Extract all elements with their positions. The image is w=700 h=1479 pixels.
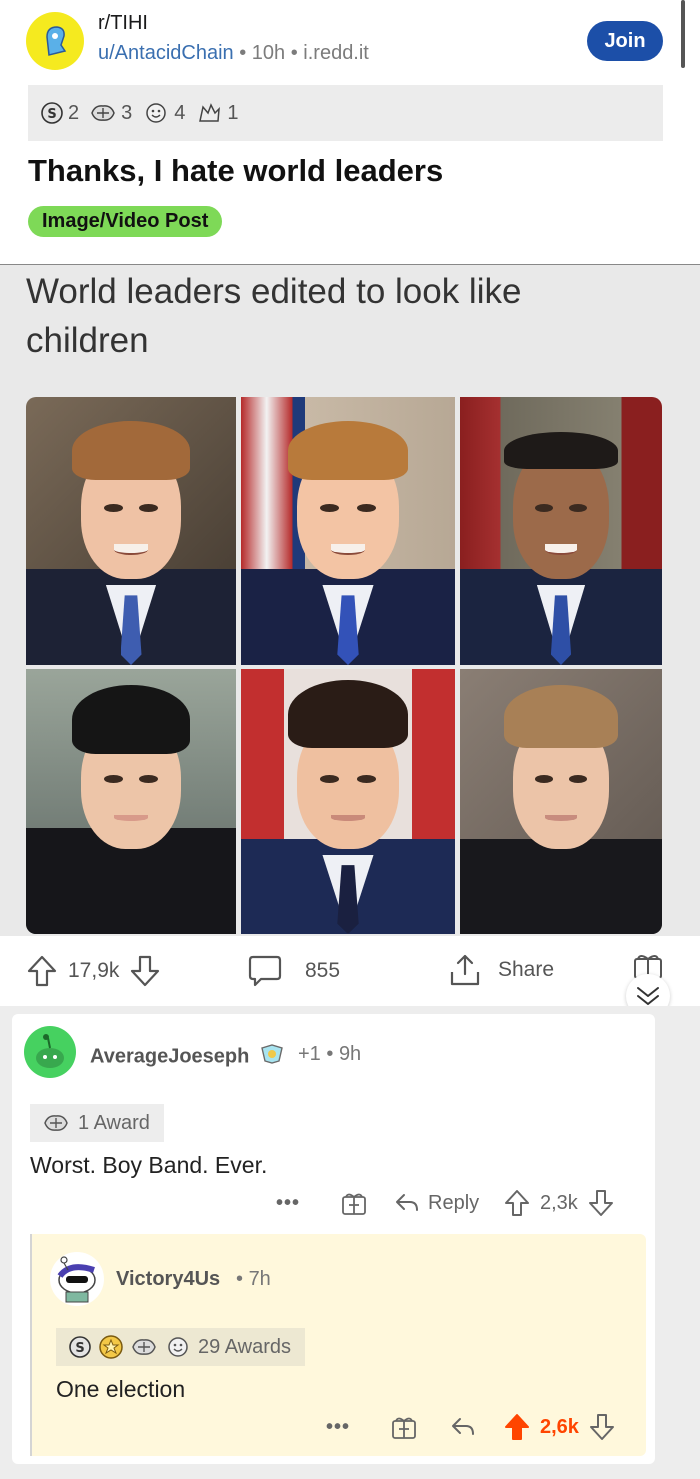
upvote-icon[interactable] [504, 1189, 530, 1217]
double-chevron-down-icon [634, 984, 662, 1008]
share-label: Share [498, 958, 555, 981]
comment-count: 855 [305, 959, 341, 982]
reply-label: Reply [428, 1191, 480, 1214]
comment-more-button[interactable]: ••• [276, 1186, 300, 1220]
post-card: r/TIHI u/AntacidChain • 10h • i.redd.it … [0, 0, 700, 1018]
reply-text: One election [56, 1376, 186, 1402]
silver-award-icon: S [68, 1335, 92, 1359]
photo-6 [460, 669, 662, 934]
reply-arrow-icon [394, 1192, 420, 1214]
image-caption: World leaders edited to look like childr… [26, 272, 522, 360]
svg-text:S: S [75, 1341, 84, 1356]
avatar[interactable] [50, 1252, 104, 1306]
award-count: 2 [68, 101, 80, 124]
photo-grid [26, 397, 662, 934]
more-options-label: ••• [326, 1415, 351, 1438]
comment-karma: +1 [298, 1043, 321, 1065]
comment-author[interactable]: AverageJoeseph [90, 1043, 285, 1071]
helpful-award-icon [91, 105, 115, 121]
user-flair-icon [259, 1043, 285, 1071]
gift-icon [390, 1413, 418, 1441]
reply-meta: • 7h [236, 1268, 271, 1290]
reply-more-button[interactable]: ••• [326, 1410, 350, 1444]
post-awards[interactable]: S 2 3 4 1 [28, 85, 663, 141]
comment-score: 2,3k [540, 1191, 578, 1214]
award-count: 3 [121, 101, 133, 124]
reply-award-button[interactable] [390, 1410, 418, 1444]
snoo-avatar-icon [36, 1034, 64, 1068]
comment-time: 9h [338, 1043, 362, 1065]
post-meta: u/AntacidChain • 10h • i.redd.it [98, 42, 369, 64]
post-title[interactable]: Thanks, I hate world leaders [28, 153, 443, 189]
helpful-award-icon [42, 1111, 70, 1135]
comment-icon [247, 954, 283, 988]
award-count: 4 [174, 101, 186, 124]
hugz-award-icon [199, 103, 221, 122]
comments-button[interactable]: 855 [247, 954, 340, 988]
post-time: 10h [251, 42, 286, 64]
share-icon [448, 952, 482, 988]
comment-text: Worst. Boy Band. Ever. [30, 1152, 268, 1178]
award-helpful: 3 [89, 101, 132, 125]
comment-award-button[interactable] [340, 1186, 368, 1220]
wholesome-award-icon [164, 1335, 192, 1359]
avatar[interactable] [24, 1026, 76, 1078]
comment-vote-group: 2,3k [504, 1186, 614, 1220]
award-silver: S 2 [40, 101, 79, 125]
silver-award-icon: S [41, 102, 63, 124]
subreddit-logo-icon [46, 26, 67, 56]
upvote-active-icon[interactable] [504, 1413, 530, 1441]
svg-text:S: S [47, 107, 56, 122]
award-wholesome: 4 [142, 101, 185, 125]
reply-time: 7h [248, 1268, 271, 1290]
award-count-label: 1 Award [78, 1111, 150, 1134]
reply-button[interactable]: Reply [394, 1186, 479, 1220]
gift-icon [340, 1189, 368, 1217]
downvote-icon[interactable] [129, 954, 161, 988]
subreddit-name[interactable]: r/TIHI [98, 12, 148, 35]
photo-2 [241, 397, 455, 665]
gold-award-icon [98, 1334, 124, 1360]
reply-awards[interactable]: S 29 Awards [56, 1328, 306, 1366]
comment-author-name: AverageJoeseph [90, 1045, 250, 1068]
reply-score: 2,6k [540, 1415, 579, 1438]
photo-4 [26, 669, 236, 934]
post-flair[interactable]: Image/Video Post [28, 206, 223, 237]
award-hugz: 1 [195, 101, 239, 125]
post-domain[interactable]: i.redd.it [303, 42, 369, 64]
photo-1 [26, 397, 236, 665]
reply-vote-group: 2,6k [504, 1410, 615, 1444]
comment-meta: +1 • 9h [298, 1043, 362, 1065]
downvote-icon[interactable] [588, 1189, 614, 1217]
share-button[interactable]: Share [448, 952, 554, 988]
photo-5 [241, 669, 455, 934]
downvote-icon[interactable] [589, 1413, 615, 1441]
upvote-icon[interactable] [26, 954, 58, 988]
award-count-label: 29 Awards [198, 1335, 292, 1358]
post-score: 17,9k [68, 959, 120, 982]
post-image[interactable]: World leaders edited to look like childr… [0, 264, 700, 936]
scrollbar[interactable] [681, 0, 685, 68]
award-count: 1 [227, 101, 239, 124]
reply-reply-button[interactable] [450, 1410, 476, 1444]
join-button[interactable]: Join [587, 21, 663, 61]
comment-awards[interactable]: 1 Award [30, 1104, 164, 1142]
subreddit-avatar[interactable] [26, 12, 84, 70]
vote-group: 17,9k [26, 954, 161, 988]
post-author[interactable]: u/AntacidChain [98, 42, 234, 64]
photo-3 [460, 397, 662, 665]
snoo-avatar-icon [57, 1256, 96, 1303]
more-options-label: ••• [276, 1191, 301, 1214]
helpful-award-icon [130, 1335, 158, 1359]
wholesome-award-icon [146, 103, 166, 123]
reply-author[interactable]: Victory4Us [116, 1268, 220, 1291]
reply-arrow-icon [450, 1416, 476, 1438]
post-action-bar: 17,9k 855 Share [0, 936, 700, 1006]
